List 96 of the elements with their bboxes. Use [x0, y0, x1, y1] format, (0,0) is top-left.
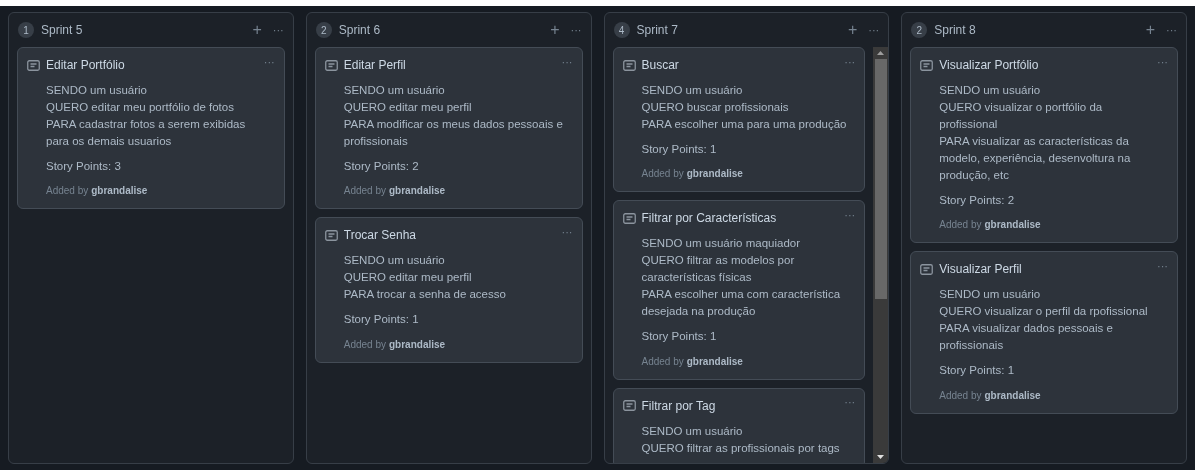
story-text: PARA escolher uma com característica desejada na produção: [641, 287, 842, 320]
story-card[interactable]: Buscar ··· SENDO um usuário QUERO buscar profissionais PARA escolher uma para uma produção Story Points: 1 Added by gbrandalise: [612, 47, 866, 193]
column-menu-button[interactable]: ···: [570, 24, 582, 36]
add-card-button[interactable]: +: [847, 22, 858, 38]
column-menu-button[interactable]: ···: [868, 24, 880, 36]
card-title: Editar Perfil: [343, 57, 407, 74]
story-text: PARA trocar a senha de acesso: [343, 287, 507, 303]
scroll-thumb[interactable]: [874, 59, 887, 299]
card-menu-button[interactable]: ···: [844, 209, 856, 221]
card-title: Visualizar Portfólio: [939, 57, 1040, 74]
add-card-button[interactable]: +: [1145, 22, 1155, 38]
scroll-down-icon[interactable]: [877, 455, 885, 459]
story-text: QUERO visualizar o portfólio da profissional: [939, 100, 1104, 132]
story-text: SENDO um usuário: [343, 253, 446, 269]
added-by-label: Added by: [641, 354, 684, 369]
note-icon: [324, 229, 338, 241]
column-menu-button[interactable]: ···: [272, 24, 284, 36]
author-link[interactable]: gbrandalise: [389, 183, 446, 199]
author-link[interactable]: gbrandalise: [686, 166, 743, 182]
story-points: Story Points: 1: [641, 142, 718, 157]
story-text: SENDO um usuário: [939, 287, 1042, 303]
author-link[interactable]: gbrandalise: [686, 353, 743, 369]
story-text: PARA escolher uma para uma produção: [641, 117, 848, 132]
story-text: QUERO editar meu portfólio de fotos: [46, 100, 235, 115]
card-title: Visualizar Perfil: [939, 261, 1023, 279]
story-text: SENDO um usuário: [46, 83, 148, 98]
story-card[interactable]: Filtrar por Tag ··· SENDO um usuário QUERO filtrar as profissionais por tags: [612, 387, 866, 463]
story-text: QUERO visualizar o perfil da rpofissional: [939, 304, 1149, 320]
card-menu-button[interactable]: ···: [844, 56, 856, 68]
note-icon: [920, 59, 934, 71]
card-title: Filtrar por Tag: [641, 397, 717, 415]
story-points: Story Points: 2: [939, 193, 1016, 208]
story-text: PARA cadastrar fotos a serem exibidas para os demais usuarios: [46, 117, 247, 149]
story-text: QUERO filtrar as profissionais por tags: [641, 440, 841, 456]
count-badge: 4: [613, 22, 630, 38]
card-title: Buscar: [641, 57, 680, 74]
card-menu-button[interactable]: ···: [561, 56, 573, 68]
added-by-label: Added by: [46, 184, 89, 199]
count-badge: 2: [911, 22, 928, 38]
card-title: Editar Portfólio: [46, 57, 126, 74]
note-icon: [622, 400, 636, 411]
column-title: Sprint 7: [636, 22, 679, 39]
added-by-label: Added by: [939, 218, 982, 233]
added-by-label: Added by: [343, 337, 386, 352]
card-title: Trocar Senha: [343, 227, 417, 245]
add-card-button[interactable]: +: [550, 22, 560, 38]
card-menu-button[interactable]: ···: [1157, 260, 1168, 272]
story-card[interactable]: Trocar Senha ··· SENDO um usuário QUERO editar meu perfil PARA trocar a senha de acesso Story Points: 1 Added by gbrandalise: [314, 217, 583, 363]
added-by-label: Added by: [343, 184, 386, 199]
added-by-label: Added by: [939, 388, 982, 403]
card-menu-button[interactable]: ···: [844, 397, 856, 408]
story-card[interactable]: [910, 47, 1178, 244]
story-text: SENDO um usuário: [641, 423, 744, 439]
story-text: SENDO um usuário: [939, 83, 1042, 98]
story-card[interactable]: [612, 200, 866, 380]
note-icon: [622, 59, 636, 71]
story-points: Story Points: 2: [343, 159, 420, 174]
story-text: PARA visualizar dados pessoais e profissionais: [939, 321, 1114, 354]
card-menu-button[interactable]: ···: [1157, 56, 1168, 68]
card-title: Filtrar por Características: [641, 210, 778, 228]
scrollbar[interactable]: [873, 47, 889, 463]
note-icon: [622, 212, 636, 224]
story-text: QUERO editar meu perfil: [343, 270, 473, 286]
story-text: SENDO um usuário: [641, 83, 744, 98]
author-link[interactable]: gbrandalise: [984, 217, 1041, 233]
story-points: Story Points: 1: [343, 312, 420, 328]
author-link[interactable]: gbrandalise: [389, 336, 446, 352]
story-text: QUERO filtrar as modelos por características físicas: [641, 253, 796, 286]
story-text: QUERO editar meu perfil: [343, 100, 473, 115]
story-card[interactable]: Visualizar Perfil ··· SENDO um usuário QUERO visualizar o perfil da rpofissional PARA visualizar dados pessoais e profissionais Story Points: 1 Added by gbrandalise: [910, 251, 1178, 414]
story-points: Story Points: 1: [641, 329, 718, 345]
column-title: Sprint 5: [41, 22, 84, 39]
story-card[interactable]: Editar Perfil ··· SENDO um usuário QUERO editar meu perfil PARA modificar os meus dados pessoais e profissionais Story Points: 2 Added by gbrandalise: [314, 47, 583, 210]
author-link[interactable]: gbrandalise: [984, 387, 1041, 403]
note-icon: [324, 59, 338, 71]
story-points: Story Points: 3: [46, 159, 122, 174]
count-badge: 1: [18, 22, 34, 38]
card-menu-button[interactable]: ···: [263, 56, 275, 68]
card-menu-button[interactable]: ···: [561, 226, 573, 238]
story-text: QUERO buscar profissionais: [641, 100, 790, 115]
story-text: PARA visualizar as características da modelo, experiência, desenvoltura na produção, etc: [939, 134, 1132, 183]
story-text: PARA modificar os meus dados pessoais e profissionais: [343, 117, 564, 149]
added-by-label: Added by: [641, 167, 684, 182]
story-text: SENDO um usuário: [343, 83, 446, 98]
story-points: Story Points: 1: [939, 363, 1016, 379]
count-badge: 2: [315, 22, 332, 38]
author-link[interactable]: gbrandalise: [91, 183, 148, 199]
note-icon: [920, 263, 934, 275]
column-menu-button[interactable]: ···: [1166, 24, 1177, 36]
column-title: Sprint 8: [934, 22, 977, 39]
note-icon: [27, 59, 40, 71]
column-title: Sprint 6: [338, 22, 382, 39]
scroll-up-icon[interactable]: [877, 51, 885, 55]
story-text: SENDO um usuário maquiador: [641, 236, 801, 252]
story-card[interactable]: Editar Portfólio ··· SENDO um usuário QUERO editar meu portfólio de fotos PARA cadastrar fotos a serem exibidas para os demais usuarios Story Points: 3 Added by gbrandalise: [17, 47, 285, 210]
add-card-button[interactable]: +: [252, 22, 262, 38]
